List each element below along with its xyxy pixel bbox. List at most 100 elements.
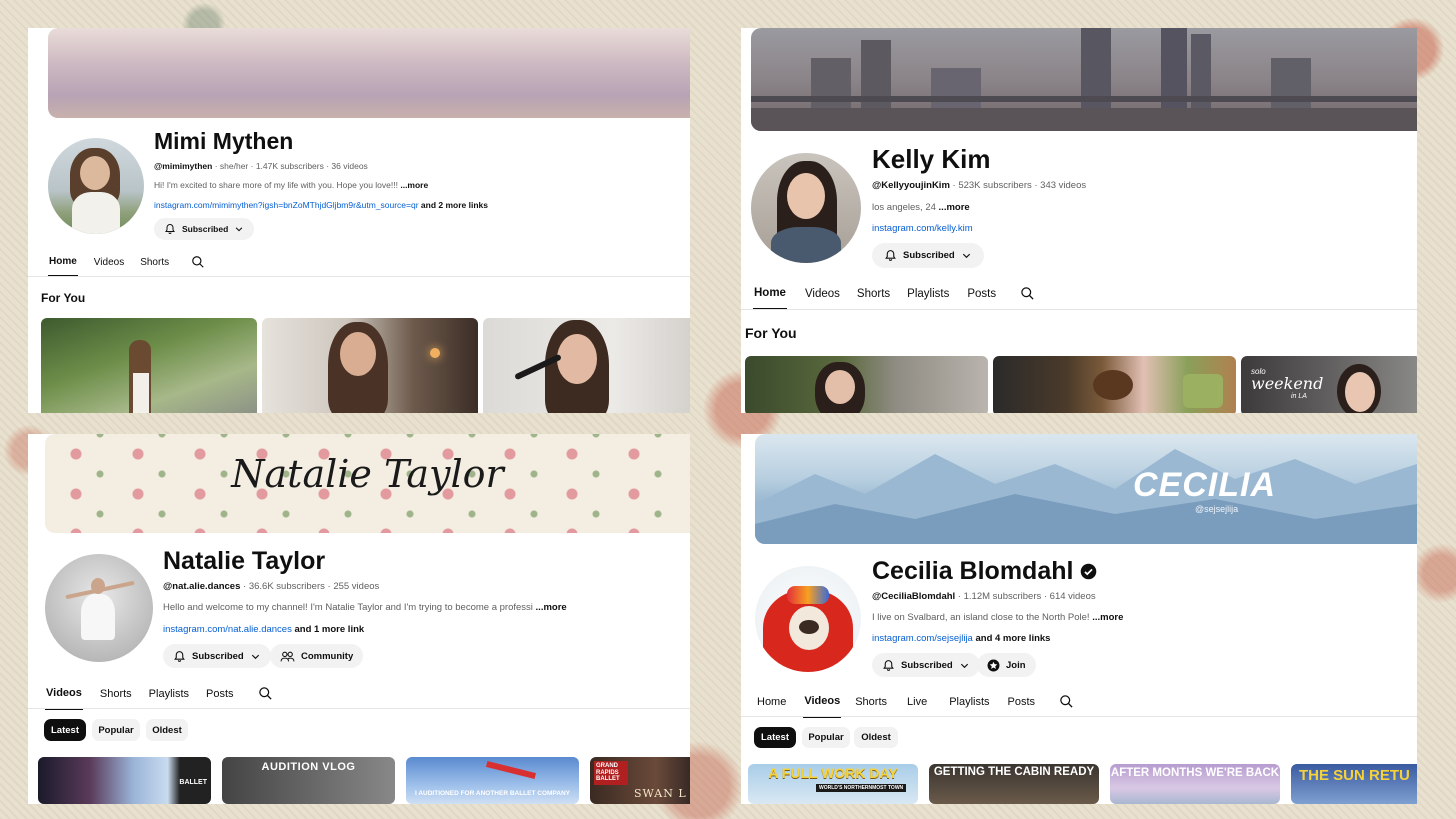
- channel-description[interactable]: Hello and welcome to my channel! I'm Nat…: [163, 602, 567, 613]
- avatar[interactable]: [755, 566, 861, 672]
- channel-stats: · 1.12M subscribers · 614 videos: [955, 591, 1096, 602]
- channel-links: instagram.com/sejsejlija and 4 more link…: [872, 633, 1050, 644]
- thumb-text: AFTER MONTHS WE'RE BACK: [1110, 767, 1280, 779]
- channel-links: instagram.com/mimimythen?igsh=bnZoMThjdG…: [154, 200, 488, 210]
- verified-badge-icon: [1080, 563, 1097, 580]
- video-thumbnail[interactable]: solo weekend in LA: [1241, 356, 1417, 413]
- more-link[interactable]: ...more: [1092, 612, 1123, 623]
- subscribed-button[interactable]: Subscribed: [163, 644, 271, 668]
- search-icon[interactable]: [191, 255, 205, 277]
- join-button[interactable]: Join: [977, 653, 1036, 677]
- chip-oldest[interactable]: Oldest: [146, 719, 188, 741]
- tab-shorts[interactable]: Shorts: [100, 686, 132, 709]
- channel-description[interactable]: I live on Svalbard, an island close to t…: [872, 612, 1123, 623]
- avatar[interactable]: [48, 138, 144, 234]
- subscribed-button[interactable]: Subscribed: [872, 243, 984, 268]
- bell-icon: [173, 650, 186, 663]
- video-thumbnail[interactable]: BALLET: [38, 757, 211, 804]
- description-text: los angeles, 24: [872, 202, 939, 213]
- thumb-text: I AUDITIONED FOR ANOTHER BALLET COMPANY: [414, 790, 571, 797]
- instagram-link[interactable]: instagram.com/kelly.kim: [872, 223, 973, 234]
- subscribe-label: Subscribed: [903, 250, 955, 261]
- search-icon[interactable]: [1059, 694, 1074, 718]
- tab-playlists[interactable]: Playlists: [949, 694, 989, 717]
- tab-home[interactable]: Home: [753, 285, 787, 310]
- video-thumbnail[interactable]: GRAND RAPIDS BALLET SWAN L: [590, 757, 690, 804]
- chip-popular[interactable]: Popular: [92, 719, 140, 741]
- chip-popular[interactable]: Popular: [802, 727, 850, 748]
- tab-shorts[interactable]: Shorts: [140, 255, 169, 276]
- subscribed-button[interactable]: Subscribed: [154, 218, 255, 240]
- star-badge-icon: [987, 659, 1000, 672]
- video-thumbnail[interactable]: AFTER MONTHS WE'RE BACK: [1110, 764, 1280, 804]
- tabs-divider: [741, 716, 1417, 717]
- video-thumbnail[interactable]: AUDITION VLOG: [222, 757, 395, 804]
- tab-videos[interactable]: Videos: [803, 693, 842, 718]
- video-thumbnail[interactable]: [745, 356, 988, 413]
- thumb-text: SWAN L: [634, 787, 687, 800]
- subscribed-button[interactable]: Subscribed: [872, 653, 980, 677]
- channel-banner: Natalie Taylor: [45, 434, 690, 533]
- tab-home[interactable]: Home: [48, 254, 78, 277]
- video-thumbnail[interactable]: [483, 318, 690, 413]
- search-icon[interactable]: [258, 686, 273, 710]
- tab-posts[interactable]: Posts: [206, 686, 234, 709]
- bell-icon: [882, 659, 895, 672]
- chip-latest[interactable]: Latest: [44, 719, 86, 741]
- community-button[interactable]: Community: [270, 644, 364, 668]
- banner-handle: @sejsejlija: [1195, 504, 1239, 514]
- channel-description[interactable]: Hi! I'm excited to share more of my life…: [154, 180, 428, 190]
- chip-oldest[interactable]: Oldest: [854, 727, 898, 748]
- tab-playlists[interactable]: Playlists: [907, 286, 949, 309]
- tab-videos[interactable]: Videos: [805, 286, 840, 309]
- join-label: Join: [1006, 659, 1026, 671]
- video-thumbnail[interactable]: [993, 356, 1236, 413]
- tab-videos[interactable]: Videos: [45, 685, 83, 710]
- channel-meta: @KellyyoujinKim · 523K subscribers · 343…: [872, 180, 1086, 191]
- thumb-subtext: WORLD'S NORTHERNMOST TOWN: [816, 784, 907, 792]
- video-thumbnail[interactable]: [41, 318, 257, 413]
- tab-live[interactable]: Live: [907, 694, 927, 717]
- instagram-link[interactable]: instagram.com/nat.alie.dances: [163, 624, 292, 635]
- instagram-link[interactable]: instagram.com/mimimythen?igsh=bnZoMThjdG…: [154, 200, 419, 210]
- channel-panel-kelly: Kelly Kim @KellyyoujinKim · 523K subscri…: [741, 28, 1417, 413]
- channel-handle: @mimimythen: [154, 161, 213, 171]
- video-thumbnail[interactable]: THE SUN RETU: [1291, 764, 1417, 804]
- search-icon[interactable]: [1020, 286, 1035, 310]
- chip-latest[interactable]: Latest: [754, 727, 796, 748]
- more-links[interactable]: and 4 more links: [973, 633, 1050, 644]
- channel-name: Natalie Taylor: [163, 547, 326, 575]
- tab-playlists[interactable]: Playlists: [149, 686, 189, 709]
- avatar[interactable]: [45, 554, 153, 662]
- video-thumbnail[interactable]: A FULL WORK DAY WORLD'S NORTHERNMOST TOW…: [748, 764, 918, 804]
- video-thumbnail[interactable]: GETTING THE CABIN READY: [929, 764, 1099, 804]
- thumb-text: A FULL WORK DAY: [768, 765, 898, 781]
- channel-banner: CECILIA @sejsejlija: [755, 434, 1417, 544]
- tab-posts[interactable]: Posts: [1008, 694, 1036, 717]
- banner-title: Natalie Taylor: [231, 452, 504, 496]
- thumb-text: BALLET: [179, 779, 207, 786]
- channel-links: instagram.com/nat.alie.dances and 1 more…: [163, 624, 364, 635]
- tab-home[interactable]: Home: [757, 694, 786, 717]
- bell-icon: [164, 223, 176, 235]
- subscribe-label: Subscribed: [901, 659, 953, 671]
- video-thumbnail[interactable]: I AUDITIONED FOR ANOTHER BALLET COMPANY: [406, 757, 579, 804]
- more-link[interactable]: ...more: [536, 602, 567, 613]
- tab-posts[interactable]: Posts: [967, 286, 996, 309]
- video-thumbnail[interactable]: [262, 318, 478, 413]
- instagram-link[interactable]: instagram.com/sejsejlija: [872, 633, 973, 644]
- more-link[interactable]: ...more: [400, 180, 428, 190]
- thumb-text-in-la: in LA: [1291, 393, 1307, 400]
- channel-stats: · 523K subscribers · 343 videos: [949, 180, 1087, 191]
- channel-description[interactable]: los angeles, 24 ...more: [872, 202, 970, 213]
- tab-shorts[interactable]: Shorts: [855, 694, 887, 717]
- more-links[interactable]: and 2 more links: [419, 200, 488, 210]
- more-links[interactable]: and 1 more link: [292, 624, 364, 635]
- tab-shorts[interactable]: Shorts: [857, 286, 890, 309]
- avatar[interactable]: [751, 153, 861, 263]
- tab-videos[interactable]: Videos: [94, 255, 124, 276]
- tabs-divider: [28, 708, 690, 709]
- channel-tabs: Home Videos Shorts Live Playlists Posts: [757, 693, 1074, 718]
- subscribe-label: Subscribed: [192, 650, 244, 662]
- more-link[interactable]: ...more: [939, 202, 970, 213]
